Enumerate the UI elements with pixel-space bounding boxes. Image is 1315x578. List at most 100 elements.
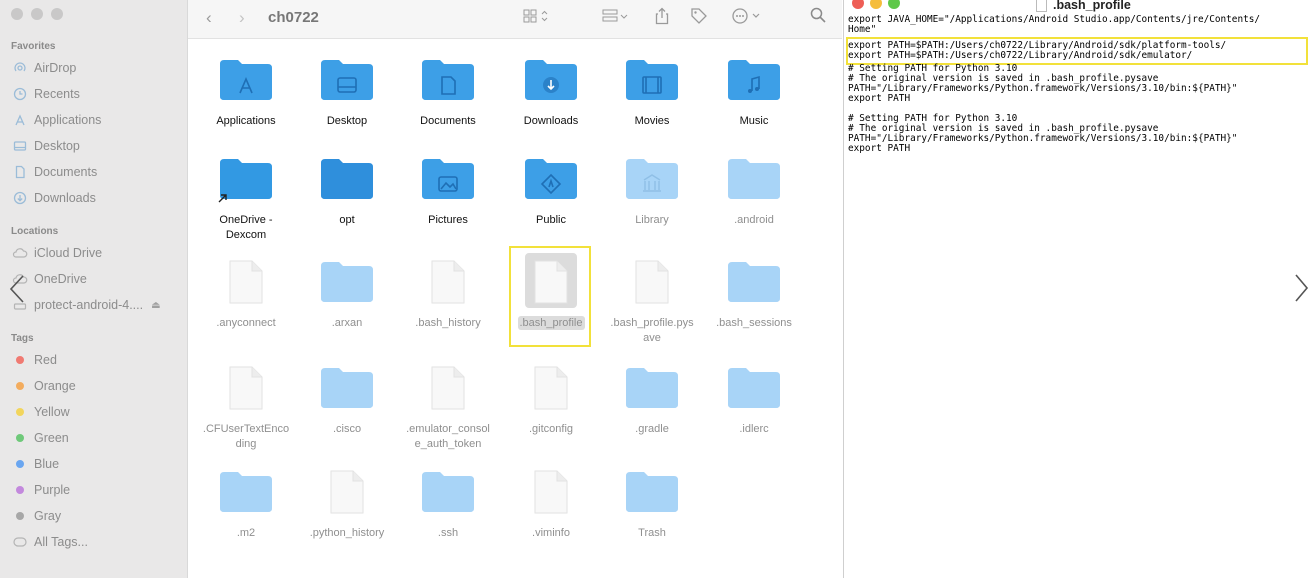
tags-header: Tags — [11, 333, 34, 344]
sidebar-tag-red[interactable]: Red — [12, 350, 57, 370]
file-item[interactable]: Trash — [602, 468, 702, 568]
sidebar-item-label: Applications — [34, 113, 102, 127]
file-item[interactable]: Movies — [602, 56, 702, 156]
sidebar-item-label: Desktop — [34, 139, 80, 153]
sidebar-tag-gray[interactable]: Gray — [12, 506, 61, 526]
file-item[interactable]: OneDrive - Dexcom — [196, 155, 296, 255]
sidebar-item-label: Orange — [34, 379, 76, 393]
view-grid-button[interactable] — [523, 8, 551, 27]
file-item-label: Pictures — [428, 214, 468, 226]
file-item[interactable]: Documents — [398, 56, 498, 156]
code-lines-highlighted[interactable]: export PATH=$PATH:/Users/ch0722/Library/… — [848, 41, 1226, 61]
next-arrow-icon[interactable] — [1293, 273, 1309, 308]
previous-arrow-icon[interactable] — [8, 274, 26, 309]
search-icon — [810, 7, 826, 23]
sidebar-all-tags[interactable]: All Tags... — [12, 532, 88, 552]
search-button[interactable] — [809, 6, 827, 27]
sidebar-tag-orange[interactable]: Orange — [12, 376, 76, 396]
file-item-label: .bash_history — [415, 317, 481, 329]
close-window-button[interactable] — [852, 0, 864, 9]
file-item[interactable]: .bash_sessions — [704, 258, 804, 358]
desktop-icon — [12, 138, 28, 154]
tag-color-dot — [16, 512, 24, 520]
favorites-header: Favorites — [11, 41, 56, 52]
code-lines-top[interactable]: export JAVA_HOME="/Applications/Android … — [848, 15, 1260, 35]
file-item[interactable]: .viminfo — [501, 468, 601, 568]
sidebar-item-protect-android[interactable]: protect-android-4.... ⏏ — [12, 295, 161, 315]
code-lines-rest[interactable]: # Setting PATH for Python 3.10 # The ori… — [848, 64, 1237, 154]
file-item[interactable]: Downloads — [501, 56, 601, 156]
sidebar-tag-purple[interactable]: Purple — [12, 480, 70, 500]
more-icon — [732, 8, 760, 24]
zoom-window-button[interactable] — [51, 8, 63, 20]
file-item[interactable]: .gitconfig — [501, 364, 601, 464]
sidebar-item-desktop[interactable]: Desktop — [12, 136, 80, 156]
file-item-label: .android — [734, 214, 774, 226]
file-item[interactable]: .m2 — [196, 468, 296, 568]
sidebar-tag-blue[interactable]: Blue — [12, 454, 59, 474]
forward-button[interactable]: › — [239, 8, 245, 28]
sidebar-tag-green[interactable]: Green — [12, 428, 69, 448]
file-item[interactable]: Music — [704, 56, 804, 156]
eject-icon[interactable]: ⏏ — [151, 300, 160, 311]
file-item[interactable]: .ssh — [398, 468, 498, 568]
file-item-label: Desktop — [326, 115, 368, 127]
sidebar-item-recents[interactable]: Recents — [12, 84, 80, 104]
file-item-label: Applications — [216, 115, 276, 127]
zoom-window-button[interactable] — [888, 0, 900, 9]
file-item[interactable]: .idlerc — [704, 364, 804, 464]
group-button[interactable] — [602, 8, 630, 27]
minimize-window-button[interactable] — [870, 0, 882, 9]
file-item[interactable]: .cisco — [297, 364, 397, 464]
file-item-label: Trash — [638, 527, 666, 539]
file-item[interactable]: Public — [501, 155, 601, 255]
tag-color-dot — [16, 408, 24, 416]
file-item-label: Music — [739, 115, 769, 127]
file-item-label: .viminfo — [532, 527, 570, 539]
file-item-label: .python_history — [309, 527, 385, 539]
file-item-label: Downloads — [523, 115, 579, 127]
document-icon — [12, 164, 28, 180]
close-window-button[interactable] — [11, 8, 23, 20]
file-item[interactable]: .android — [704, 155, 804, 255]
file-item[interactable]: .bash_profile.pys ave — [602, 258, 702, 358]
sidebar-item-documents[interactable]: Documents — [12, 162, 97, 182]
tag-button[interactable] — [690, 7, 708, 28]
sidebar-item-label: Documents — [34, 165, 98, 179]
back-button[interactable]: ‹ — [206, 8, 212, 28]
file-item[interactable]: Pictures — [398, 155, 498, 255]
editor-title-text: .bash_profile — [1053, 0, 1131, 12]
file-item[interactable]: Library — [602, 155, 702, 255]
sidebar-item-label: All Tags... — [34, 535, 88, 549]
file-item[interactable]: .bash_history — [398, 258, 498, 358]
file-item[interactable]: .python_history — [297, 468, 397, 568]
selection-highlight-box — [509, 246, 591, 347]
sidebar-tag-yellow[interactable]: Yellow — [12, 402, 70, 422]
file-item[interactable]: .anyconnect — [196, 258, 296, 358]
share-button[interactable] — [654, 7, 670, 28]
applications-icon — [12, 112, 28, 128]
file-item[interactable]: opt — [297, 155, 397, 255]
tag-color-dot — [16, 434, 24, 442]
minimize-window-button[interactable] — [31, 8, 43, 20]
file-item-label: .cisco — [332, 423, 362, 435]
file-item-label: .CFUserTextEnco ding — [202, 423, 290, 450]
tag-color-dot — [16, 460, 24, 468]
file-item[interactable]: Applications — [196, 56, 296, 156]
sidebar-item-applications[interactable]: Applications — [12, 110, 101, 130]
sidebar-item-icloud-drive[interactable]: iCloud Drive — [12, 243, 102, 263]
sidebar-item-airdrop[interactable]: AirDrop — [12, 58, 76, 78]
file-item[interactable]: .gradle — [602, 364, 702, 464]
file-item[interactable]: .emulator_consol e_auth_token — [398, 364, 498, 464]
file-item-label: Library — [635, 214, 669, 226]
sidebar-item-label: protect-android-4.... — [34, 298, 144, 312]
file-item-label: .ssh — [437, 527, 459, 539]
sidebar-item-downloads[interactable]: Downloads — [12, 188, 96, 208]
action-menu-button[interactable] — [731, 7, 765, 28]
sidebar-item-label: Blue — [34, 457, 60, 471]
file-item-label: Public — [536, 214, 566, 226]
file-item[interactable]: .CFUserTextEnco ding — [196, 364, 296, 464]
file-item[interactable]: Desktop — [297, 56, 397, 156]
file-item-label: Documents — [420, 115, 476, 127]
file-item[interactable]: .arxan — [297, 258, 397, 358]
